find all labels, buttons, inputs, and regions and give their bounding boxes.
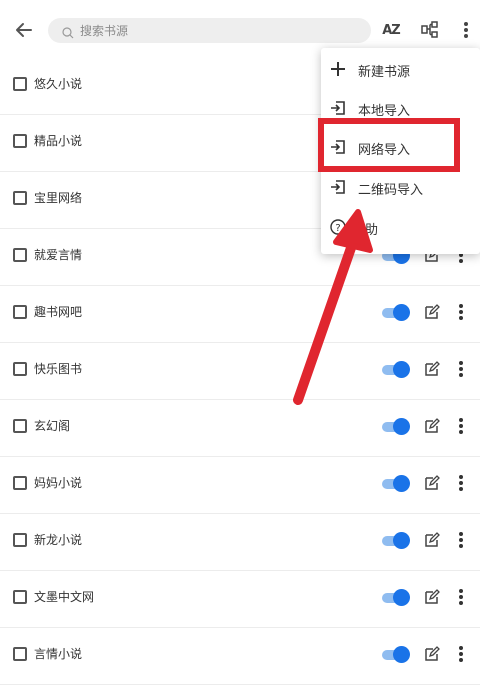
enable-toggle[interactable] <box>382 646 410 664</box>
edit-icon[interactable] <box>424 475 440 491</box>
enable-toggle[interactable] <box>382 532 410 550</box>
source-row[interactable]: 快乐图书 <box>0 342 480 400</box>
menu-item-help[interactable]: ? 助 <box>321 208 480 247</box>
edit-icon[interactable] <box>424 304 440 320</box>
edit-icon[interactable] <box>424 589 440 605</box>
sort-az-icon[interactable]: AZ <box>377 16 405 44</box>
source-name: 宝里网络 <box>34 191 83 205</box>
more-vert-icon[interactable] <box>452 16 480 44</box>
more-vert-icon[interactable] <box>455 416 467 436</box>
select-checkbox[interactable] <box>13 533 27 547</box>
source-name: 言情小说 <box>34 647 83 661</box>
more-vert-icon[interactable] <box>455 530 467 550</box>
search-input[interactable] <box>78 20 362 42</box>
edit-icon[interactable] <box>424 646 440 662</box>
menu-item-label: 助 <box>365 223 379 238</box>
source-row[interactable]: 新龙小说 <box>0 513 480 571</box>
source-name: 玄幻阁 <box>34 419 71 433</box>
more-vert-icon[interactable] <box>455 359 467 379</box>
menu-item-new-source[interactable]: 新建书源 <box>321 50 480 89</box>
source-row[interactable]: 文墨中文网 <box>0 570 480 628</box>
source-name: 精品小说 <box>34 134 83 148</box>
enable-toggle[interactable] <box>382 475 410 493</box>
edit-icon[interactable] <box>424 418 440 434</box>
search-icon <box>62 24 74 39</box>
source-row[interactable]: 言情小说 <box>0 627 480 685</box>
source-row[interactable]: 玄幻阁 <box>0 399 480 457</box>
enable-toggle[interactable] <box>382 304 410 322</box>
more-vert-icon[interactable] <box>455 644 467 664</box>
source-name: 快乐图书 <box>34 362 83 376</box>
group-icon[interactable] <box>416 16 444 44</box>
select-checkbox[interactable] <box>13 134 27 148</box>
edit-icon[interactable] <box>424 532 440 548</box>
more-vert-icon[interactable] <box>455 302 467 322</box>
enable-toggle[interactable] <box>382 361 410 379</box>
select-checkbox[interactable] <box>13 77 27 91</box>
menu-item-label: 本地导入 <box>358 104 411 119</box>
source-row[interactable]: 趣书网吧 <box>0 285 480 343</box>
select-checkbox[interactable] <box>13 419 27 433</box>
select-checkbox[interactable] <box>13 191 27 205</box>
help-icon: ? <box>330 219 346 235</box>
more-vert-icon[interactable] <box>455 473 467 493</box>
plus-icon <box>330 61 346 77</box>
import-icon <box>330 179 346 195</box>
enable-toggle[interactable] <box>382 589 410 607</box>
edit-icon[interactable] <box>424 361 440 377</box>
source-name: 就爱言情 <box>34 248 83 262</box>
menu-item-qr-import[interactable]: 二维码导入 <box>321 168 480 207</box>
source-name: 文墨中文网 <box>34 590 95 604</box>
source-name: 妈妈小说 <box>34 476 83 490</box>
menu-item-label: 新建书源 <box>358 65 411 80</box>
select-checkbox[interactable] <box>13 362 27 376</box>
back-arrow-icon[interactable] <box>12 18 36 42</box>
source-name: 悠久小说 <box>34 77 83 91</box>
select-checkbox[interactable] <box>13 590 27 604</box>
search-box[interactable] <box>48 18 371 43</box>
more-vert-icon[interactable] <box>455 587 467 607</box>
import-icon <box>330 100 346 116</box>
select-checkbox[interactable] <box>13 647 27 661</box>
sort-label: AZ <box>382 22 400 38</box>
svg-text:?: ? <box>335 223 340 234</box>
highlight-box <box>318 118 460 172</box>
enable-toggle[interactable] <box>382 418 410 436</box>
source-row[interactable]: 妈妈小说 <box>0 456 480 514</box>
menu-item-label: 二维码导入 <box>358 183 424 198</box>
source-name: 趣书网吧 <box>34 305 83 319</box>
select-checkbox[interactable] <box>13 476 27 490</box>
source-name: 新龙小说 <box>34 533 83 547</box>
select-checkbox[interactable] <box>13 248 27 262</box>
select-checkbox[interactable] <box>13 305 27 319</box>
